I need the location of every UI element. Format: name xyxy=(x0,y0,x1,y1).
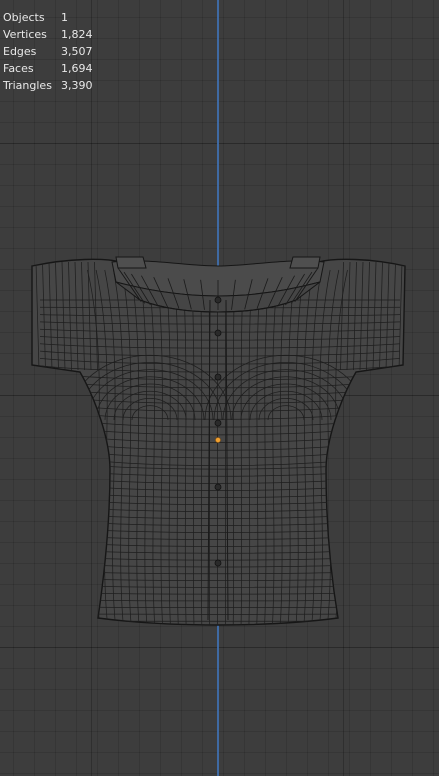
button xyxy=(214,373,222,381)
button xyxy=(214,419,222,427)
object-origin-point xyxy=(215,437,221,443)
button xyxy=(214,559,222,567)
3d-viewport[interactable]: Objects 1 Vertices 1,824 Edges 3,507 Faces 1… xyxy=(0,0,439,776)
button xyxy=(214,329,222,337)
button xyxy=(214,296,222,304)
shirt-mesh[interactable] xyxy=(0,0,439,776)
button xyxy=(214,483,222,491)
